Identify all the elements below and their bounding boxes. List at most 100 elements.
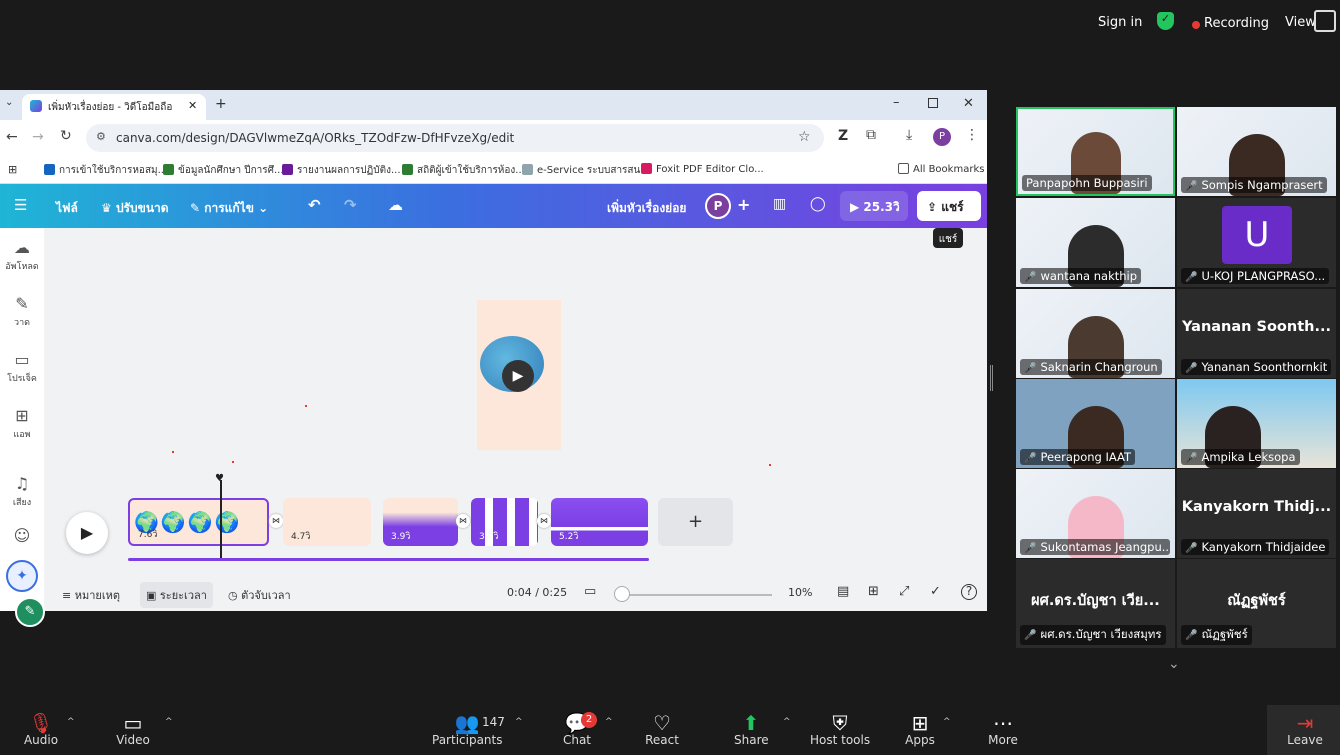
timeline-clip[interactable]: 5.2วิ xyxy=(551,498,648,546)
transition-icon[interactable]: ⋈ xyxy=(269,514,283,528)
url-field[interactable]: ⚙ canva.com/design/DAGVlwmeZqA/ORks_TZOd… xyxy=(86,124,824,152)
grid-view-icon[interactable]: ⊞ xyxy=(868,584,879,599)
share-caret-icon[interactable]: ^ xyxy=(783,717,791,727)
check-circle-icon[interactable]: ✓ xyxy=(930,584,941,599)
resize-menu[interactable]: ♛ ปรับขนาด xyxy=(101,199,169,218)
present-button[interactable]: ▶ 25.3วิ xyxy=(840,191,908,221)
cloud-saved-icon[interactable]: ☁ xyxy=(388,196,403,214)
undo-icon[interactable]: ↶ xyxy=(308,196,321,214)
react-button[interactable]: ♡ React xyxy=(644,705,680,747)
bookmark-item[interactable]: รายงานผลการปฏิบัติง... xyxy=(282,163,401,178)
recording-label[interactable]: Recording xyxy=(1204,16,1269,31)
extension-z-icon[interactable]: Z xyxy=(838,128,848,144)
preview-play-icon[interactable]: ▶ xyxy=(502,360,534,392)
comment-icon[interactable]: ◯ xyxy=(810,196,826,212)
timer-button[interactable]: ◷ ตัวจับเวลา xyxy=(228,586,291,604)
participant-tile[interactable]: 🎤 wantana nakthip xyxy=(1016,198,1175,287)
minimize-icon[interactable]: – xyxy=(893,95,900,110)
redo-icon[interactable]: ↷ xyxy=(344,196,357,214)
bookmark-item[interactable]: e-Service ระบบสารสน... xyxy=(522,163,650,178)
participant-tile[interactable]: U 🎤 U-KOJ PLANGPRASO... xyxy=(1177,198,1336,287)
panel-resize-handle[interactable] xyxy=(990,365,993,391)
sign-in-link[interactable]: Sign in xyxy=(1098,15,1142,30)
playhead-marker-icon[interactable]: ♥ xyxy=(215,473,227,484)
profile-avatar[interactable]: P xyxy=(933,128,951,146)
download-icon[interactable]: ⤓ xyxy=(906,127,912,143)
magic-sparkle-icon[interactable]: ✦ xyxy=(6,560,38,592)
timeline-toggle-button[interactable]: ▣ ระยะเวลา xyxy=(140,582,213,608)
security-shield-icon[interactable]: ✓ xyxy=(1157,12,1174,30)
close-tab-icon[interactable]: ✕ xyxy=(188,99,197,112)
tab-list-chevron-icon[interactable]: ⌄ xyxy=(5,97,13,108)
bookmark-item[interactable]: ข้อมูลนักศึกษา ปีการศึ... xyxy=(163,163,284,178)
transition-icon[interactable]: ⋈ xyxy=(456,514,470,528)
participant-tile[interactable]: ผศ.ดร.บัญชา เวีย... 🎤 ผศ.ดร.บัญชา เวียงสม… xyxy=(1016,559,1175,648)
video-options-caret-icon[interactable]: ^ xyxy=(165,717,173,727)
timeline-clip[interactable]: 🌍🌍🌍🌍 7.6วิ xyxy=(128,498,269,546)
restore-icon[interactable] xyxy=(928,98,938,108)
participants-caret-icon[interactable]: ^ xyxy=(515,717,523,727)
browser-tab[interactable]: เพิ่มหัวเรื่องย่อย - วิดีโอมือถือ ✕ xyxy=(22,94,206,120)
gallery-next-page-icon[interactable]: ⌄ xyxy=(1168,656,1180,672)
sidebar-item-projects[interactable]: ▭ โปรเจ็ค xyxy=(0,350,44,385)
fullscreen-icon[interactable] xyxy=(1314,10,1336,32)
new-tab-icon[interactable]: + xyxy=(215,96,227,112)
participant-tile[interactable]: 🎤 Peerapong IAAT xyxy=(1016,379,1175,468)
file-menu[interactable]: ไฟล์ xyxy=(56,199,78,218)
add-clip-button[interactable]: + xyxy=(658,498,733,546)
back-icon[interactable]: ← xyxy=(6,129,18,145)
help-icon[interactable]: ? xyxy=(961,584,977,600)
sidebar-item-uploads[interactable]: ☁ อัพโหลด xyxy=(0,238,44,273)
apps-button[interactable]: ⊞ Apps xyxy=(903,705,937,747)
bookmark-item[interactable]: การเข้าใช้บริการหอสมุ... xyxy=(44,163,167,178)
audio-button[interactable]: 🎙 Audio xyxy=(22,705,60,747)
timeline-play-button[interactable]: ▶ xyxy=(66,512,108,554)
participant-tile[interactable]: Panpapohn Buppasiri xyxy=(1016,107,1175,196)
sidebar-item-audio[interactable]: ♫ เสียง xyxy=(0,474,44,509)
site-info-icon[interactable]: ⚙ xyxy=(96,130,106,143)
zoom-slider-knob[interactable] xyxy=(614,586,630,602)
host-tools-button[interactable]: ⛨ Host tools xyxy=(810,705,870,747)
notes-button[interactable]: ≡ หมายเหตุ xyxy=(62,586,120,604)
share-button[interactable]: ⇪ แชร์ xyxy=(917,191,981,221)
browser-menu-icon[interactable]: ⋮ xyxy=(965,127,979,143)
participant-tile[interactable]: Yananan Soonth... 🎤 Yananan Soonthornkit xyxy=(1177,289,1336,378)
timeline-clip[interactable]: 3.7วิ xyxy=(471,498,538,546)
participant-tile[interactable]: 🎤 Sukontamas Jeangpu... xyxy=(1016,469,1175,558)
page-view-icon[interactable]: ▭ xyxy=(584,584,596,599)
sidebar-item-apps[interactable]: ⊞ แอพ xyxy=(0,406,44,441)
extensions-puzzle-icon[interactable]: ⧉ xyxy=(866,127,876,143)
sidebar-item-draw[interactable]: ✎ วาด xyxy=(0,294,44,329)
bookmark-star-icon[interactable]: ☆ xyxy=(798,129,811,145)
sidebar-avatar-icon[interactable]: ☺ xyxy=(0,526,44,547)
more-button[interactable]: ⋯ More xyxy=(986,705,1020,747)
timeline-clip[interactable]: 3.9วิ xyxy=(383,498,458,546)
chat-caret-icon[interactable]: ^ xyxy=(605,717,613,727)
apps-grid-icon[interactable]: ⊞ xyxy=(8,163,17,176)
playhead[interactable] xyxy=(220,480,222,558)
apps-caret-icon[interactable]: ^ xyxy=(943,717,951,727)
view-menu[interactable]: View xyxy=(1285,15,1316,30)
close-window-icon[interactable]: ✕ xyxy=(963,96,974,111)
participant-tile[interactable]: Kanyakorn Thidj... 🎤 Kanyakorn Thidjaidee xyxy=(1177,469,1336,558)
edit-menu[interactable]: ✎ การแก้ไข ⌄ xyxy=(190,199,268,218)
timeline-clip[interactable]: 4.7วิ xyxy=(283,498,371,546)
forward-icon[interactable]: → xyxy=(32,129,44,145)
participant-tile[interactable]: 🎤 Saknarin Changroun xyxy=(1016,289,1175,378)
transition-icon[interactable]: ⋈ xyxy=(537,514,551,528)
reload-icon[interactable]: ↻ xyxy=(60,128,72,144)
participant-tile[interactable]: 🎤 Ampika Leksopa xyxy=(1177,379,1336,468)
insights-chart-icon[interactable]: ▥ xyxy=(773,196,786,212)
annotate-pencil-icon[interactable]: ✎ xyxy=(15,597,45,627)
hamburger-menu-icon[interactable]: ☰ xyxy=(14,196,27,214)
zoom-slider[interactable] xyxy=(622,594,772,596)
all-bookmarks-folder[interactable]: All Bookmarks xyxy=(898,163,984,175)
leave-button[interactable]: ⇥ Leave xyxy=(1267,705,1340,755)
page-list-icon[interactable]: ▤ xyxy=(837,584,849,599)
participant-tile[interactable]: ณัฏฐพัชร์ 🎤 ณัฏฐพัชร์ xyxy=(1177,559,1336,648)
add-collaborator-icon[interactable]: + xyxy=(737,195,750,214)
bookmark-item[interactable]: สถิติผู้เข้าใช้บริการห้อง... xyxy=(402,163,525,178)
design-title[interactable]: เพิ่มหัวเรื่องย่อย xyxy=(607,199,686,218)
zoom-level[interactable]: 10% xyxy=(788,586,812,599)
video-button[interactable]: ▭ Video xyxy=(112,705,154,747)
